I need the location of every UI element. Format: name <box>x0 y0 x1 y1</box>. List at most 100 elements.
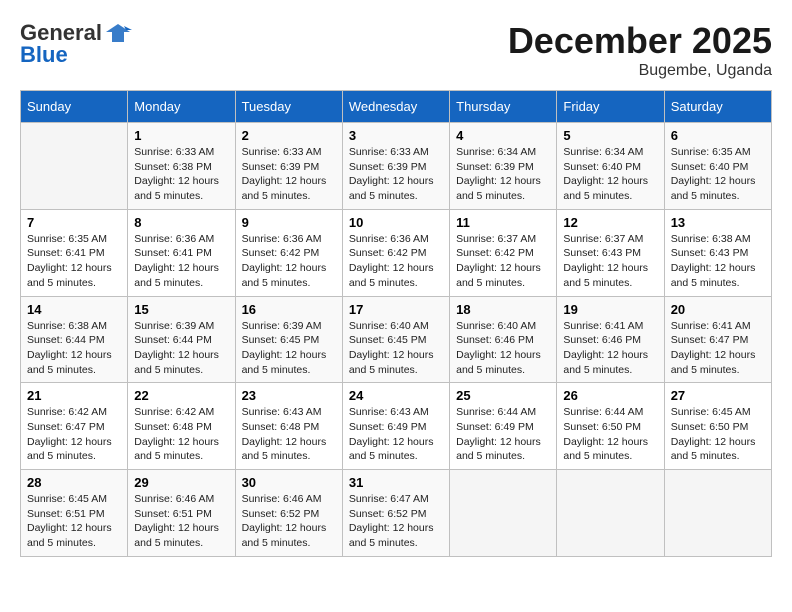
day-number: 30 <box>242 475 336 490</box>
day-number: 23 <box>242 388 336 403</box>
day-number: 11 <box>456 215 550 230</box>
calendar-week-row: 7Sunrise: 6:35 AMSunset: 6:41 PMDaylight… <box>21 209 772 296</box>
month-title: December 2025 <box>508 20 772 62</box>
calendar-cell: 11 Sunrise: 6:37 AMSunset: 6:42 PMDayligh… <box>450 209 557 296</box>
day-info: Sunrise: 6:41 AMSunset: 6:47 PMDaylight:… <box>671 319 765 378</box>
day-number: 26 <box>563 388 657 403</box>
day-info: Sunrise: 6:36 AMSunset: 6:41 PMDaylight:… <box>134 232 228 291</box>
day-number: 29 <box>134 475 228 490</box>
day-info: Sunrise: 6:34 AMSunset: 6:39 PMDaylight:… <box>456 145 550 204</box>
calendar-week-row: 28 Sunrise: 6:45 AMSunset: 6:51 PMDayligh… <box>21 470 772 557</box>
day-info: Sunrise: 6:45 AMSunset: 6:50 PMDaylight:… <box>671 405 765 464</box>
calendar-cell: 12 Sunrise: 6:37 AMSunset: 6:43 PMDayligh… <box>557 209 664 296</box>
day-number: 17 <box>349 302 443 317</box>
title-area: December 2025 Bugembe, Uganda <box>508 20 772 80</box>
day-number: 15 <box>134 302 228 317</box>
calendar-cell: 5 Sunrise: 6:34 AMSunset: 6:40 PMDaylight… <box>557 123 664 210</box>
calendar-cell: 3Sunrise: 6:33 AMSunset: 6:39 PMDaylight… <box>342 123 449 210</box>
day-number: 4 <box>456 128 550 143</box>
calendar-cell: 23 Sunrise: 6:43 AMSunset: 6:48 PMDayligh… <box>235 383 342 470</box>
calendar-cell: 21 Sunrise: 6:42 AMSunset: 6:47 PMDayligh… <box>21 383 128 470</box>
day-info: Sunrise: 6:33 AMSunset: 6:39 PMDaylight:… <box>242 145 336 204</box>
day-of-week-header: Wednesday <box>342 91 449 123</box>
day-info: Sunrise: 6:36 AMSunset: 6:42 PMDaylight:… <box>242 232 336 291</box>
day-info: Sunrise: 6:38 AMSunset: 6:44 PMDaylight:… <box>27 319 121 378</box>
day-of-week-header: Friday <box>557 91 664 123</box>
day-info: Sunrise: 6:46 AMSunset: 6:51 PMDaylight:… <box>134 492 228 551</box>
day-info: Sunrise: 6:36 AMSunset: 6:42 PMDaylight:… <box>349 232 443 291</box>
day-number: 27 <box>671 388 765 403</box>
day-info: Sunrise: 6:33 AMSunset: 6:39 PMDaylight:… <box>349 145 443 204</box>
day-info: Sunrise: 6:42 AMSunset: 6:48 PMDaylight:… <box>134 405 228 464</box>
day-info: Sunrise: 6:44 AMSunset: 6:49 PMDaylight:… <box>456 405 550 464</box>
day-number: 12 <box>563 215 657 230</box>
calendar-cell: 10Sunrise: 6:36 AMSunset: 6:42 PMDayligh… <box>342 209 449 296</box>
calendar-cell <box>664 470 771 557</box>
day-number: 13 <box>671 215 765 230</box>
calendar-cell <box>450 470 557 557</box>
day-number: 20 <box>671 302 765 317</box>
day-info: Sunrise: 6:45 AMSunset: 6:51 PMDaylight:… <box>27 492 121 551</box>
day-of-week-header: Sunday <box>21 91 128 123</box>
day-info: Sunrise: 6:34 AMSunset: 6:40 PMDaylight:… <box>563 145 657 204</box>
day-number: 21 <box>27 388 121 403</box>
day-info: Sunrise: 6:37 AMSunset: 6:43 PMDaylight:… <box>563 232 657 291</box>
logo-bird-icon <box>104 22 132 44</box>
calendar-cell: 28 Sunrise: 6:45 AMSunset: 6:51 PMDayligh… <box>21 470 128 557</box>
calendar-cell: 6 Sunrise: 6:35 AMSunset: 6:40 PMDaylight… <box>664 123 771 210</box>
calendar-cell: 20 Sunrise: 6:41 AMSunset: 6:47 PMDayligh… <box>664 296 771 383</box>
calendar-cell <box>21 123 128 210</box>
day-number: 7 <box>27 215 121 230</box>
calendar-week-row: 14 Sunrise: 6:38 AMSunset: 6:44 PMDayligh… <box>21 296 772 383</box>
day-number: 8 <box>134 215 228 230</box>
calendar-cell: 14 Sunrise: 6:38 AMSunset: 6:44 PMDayligh… <box>21 296 128 383</box>
day-info: Sunrise: 6:35 AMSunset: 6:40 PMDaylight:… <box>671 145 765 204</box>
calendar-cell: 25 Sunrise: 6:44 AMSunset: 6:49 PMDayligh… <box>450 383 557 470</box>
calendar-week-row: 1 Sunrise: 6:33 AMSunset: 6:38 PMDaylight… <box>21 123 772 210</box>
day-number: 6 <box>671 128 765 143</box>
day-info: Sunrise: 6:46 AMSunset: 6:52 PMDaylight:… <box>242 492 336 551</box>
day-info: Sunrise: 6:38 AMSunset: 6:43 PMDaylight:… <box>671 232 765 291</box>
day-of-week-header: Monday <box>128 91 235 123</box>
day-number: 14 <box>27 302 121 317</box>
day-info: Sunrise: 6:37 AMSunset: 6:42 PMDaylight:… <box>456 232 550 291</box>
day-info: Sunrise: 6:39 AMSunset: 6:45 PMDaylight:… <box>242 319 336 378</box>
day-number: 9 <box>242 215 336 230</box>
calendar-cell: 13 Sunrise: 6:38 AMSunset: 6:43 PMDayligh… <box>664 209 771 296</box>
calendar-cell: 18 Sunrise: 6:40 AMSunset: 6:46 PMDayligh… <box>450 296 557 383</box>
day-info: Sunrise: 6:42 AMSunset: 6:47 PMDaylight:… <box>27 405 121 464</box>
calendar-cell: 24Sunrise: 6:43 AMSunset: 6:49 PMDayligh… <box>342 383 449 470</box>
calendar-cell: 27 Sunrise: 6:45 AMSunset: 6:50 PMDayligh… <box>664 383 771 470</box>
calendar-cell <box>557 470 664 557</box>
calendar-cell: 17 Sunrise: 6:40 AMSunset: 6:45 PMDayligh… <box>342 296 449 383</box>
day-number: 31 <box>349 475 443 490</box>
calendar-header-row: SundayMondayTuesdayWednesdayThursdayFrid… <box>21 91 772 123</box>
day-number: 28 <box>27 475 121 490</box>
calendar-cell: 8 Sunrise: 6:36 AMSunset: 6:41 PMDaylight… <box>128 209 235 296</box>
day-info: Sunrise: 6:43 AMSunset: 6:48 PMDaylight:… <box>242 405 336 464</box>
calendar-cell: 1 Sunrise: 6:33 AMSunset: 6:38 PMDaylight… <box>128 123 235 210</box>
day-number: 19 <box>563 302 657 317</box>
logo-blue-text: Blue <box>20 42 68 68</box>
day-number: 25 <box>456 388 550 403</box>
day-info: Sunrise: 6:39 AMSunset: 6:44 PMDaylight:… <box>134 319 228 378</box>
day-number: 18 <box>456 302 550 317</box>
calendar-cell: 26 Sunrise: 6:44 AMSunset: 6:50 PMDayligh… <box>557 383 664 470</box>
calendar-week-row: 21 Sunrise: 6:42 AMSunset: 6:47 PMDayligh… <box>21 383 772 470</box>
day-number: 5 <box>563 128 657 143</box>
day-of-week-header: Tuesday <box>235 91 342 123</box>
calendar-table: SundayMondayTuesdayWednesdayThursdayFrid… <box>20 90 772 557</box>
day-info: Sunrise: 6:40 AMSunset: 6:45 PMDaylight:… <box>349 319 443 378</box>
calendar-cell: 15 Sunrise: 6:39 AMSunset: 6:44 PMDayligh… <box>128 296 235 383</box>
calendar-cell: 9 Sunrise: 6:36 AMSunset: 6:42 PMDaylight… <box>235 209 342 296</box>
day-of-week-header: Saturday <box>664 91 771 123</box>
logo: General Blue <box>20 20 132 68</box>
day-number: 1 <box>134 128 228 143</box>
day-info: Sunrise: 6:40 AMSunset: 6:46 PMDaylight:… <box>456 319 550 378</box>
day-number: 2 <box>242 128 336 143</box>
day-of-week-header: Thursday <box>450 91 557 123</box>
calendar-cell: 7Sunrise: 6:35 AMSunset: 6:41 PMDaylight… <box>21 209 128 296</box>
day-info: Sunrise: 6:44 AMSunset: 6:50 PMDaylight:… <box>563 405 657 464</box>
calendar-cell: 29 Sunrise: 6:46 AMSunset: 6:51 PMDayligh… <box>128 470 235 557</box>
day-info: Sunrise: 6:33 AMSunset: 6:38 PMDaylight:… <box>134 145 228 204</box>
